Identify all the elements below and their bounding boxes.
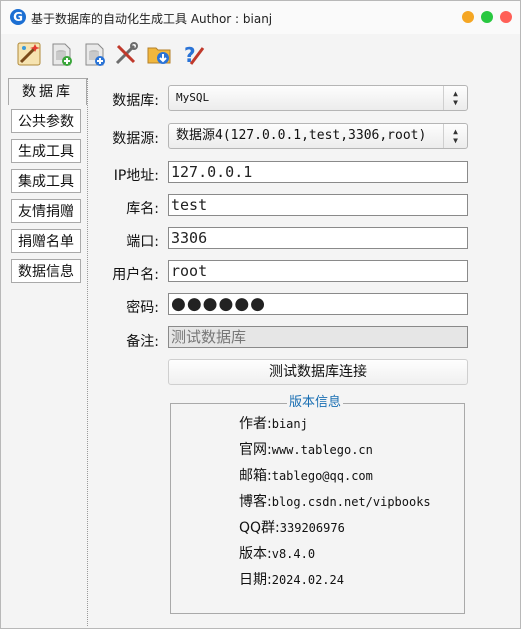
db-type-label: 数据库: xyxy=(112,93,159,109)
username-label: 用户名: xyxy=(112,267,159,283)
title-bar[interactable]: G 基于数据库的自动化生成工具 Author : bianj xyxy=(1,1,520,34)
sidebar-item-common-params[interactable]: 公共参数 xyxy=(11,109,81,133)
test-connection-button[interactable]: 测试数据库连接 xyxy=(168,359,468,385)
db-type-value: MySQL xyxy=(176,91,210,104)
tools-icon[interactable] xyxy=(112,40,140,68)
ip-label: IP地址: xyxy=(113,168,159,184)
app-logo-icon: G xyxy=(10,9,26,25)
version-info-title: 版本信息 xyxy=(287,395,344,411)
datasource-select[interactable]: 数据源4(127.0.0.1,test,3306,root) ▲ ▼ xyxy=(168,123,468,149)
sidebar-item-database[interactable]: 数据库 xyxy=(8,78,87,105)
sidebar-item-integration-tool[interactable]: 集成工具 xyxy=(11,169,81,193)
info-row-blog: 博客:blog.csdn.net/vipbooks xyxy=(239,494,431,510)
sidebar-item-donor-list[interactable]: 捐赠名单 xyxy=(11,229,81,253)
folder-download-icon[interactable] xyxy=(145,40,173,68)
port-input[interactable]: 3306 xyxy=(168,227,468,249)
toolbar: ? xyxy=(1,34,520,74)
password-input[interactable]: ●●●●●● xyxy=(168,293,468,315)
info-row-author: 作者:bianj xyxy=(239,416,308,432)
version-info-group: 版本信息 作者:bianj 官网:www.tablego.cn 邮箱:table… xyxy=(170,395,465,614)
db-type-select[interactable]: MySQL ▲ ▼ xyxy=(168,85,468,111)
window-title: 基于数据库的自动化生成工具 Author : bianj xyxy=(31,12,273,26)
sidebar-nav: 数据库 公共参数 生成工具 集成工具 友情捐赠 捐赠名单 数据信息 xyxy=(7,78,88,626)
username-input[interactable]: root xyxy=(168,260,468,282)
wizard-icon[interactable] xyxy=(15,40,43,68)
remark-input[interactable]: 测试数据库 xyxy=(168,326,468,348)
datasource-value: 数据源4(127.0.0.1,test,3306,root) xyxy=(176,128,427,143)
sidebar-item-donate[interactable]: 友情捐赠 xyxy=(11,199,81,223)
remark-label: 备注: xyxy=(126,334,159,350)
select-arrows-icon: ▲ ▼ xyxy=(443,86,467,110)
dbname-input[interactable]: test xyxy=(168,194,468,216)
svg-text:?: ? xyxy=(184,43,196,67)
close-button[interactable] xyxy=(500,11,512,23)
minimize-button[interactable] xyxy=(462,11,474,23)
add-database-icon[interactable] xyxy=(47,40,75,68)
password-label: 密码: xyxy=(126,300,159,316)
sidebar-item-generate-tool[interactable]: 生成工具 xyxy=(11,139,81,163)
select-arrows-icon: ▲ ▼ xyxy=(443,124,467,148)
dbname-label: 库名: xyxy=(126,201,159,217)
datasource-label: 数据源: xyxy=(112,131,159,147)
port-label: 端口: xyxy=(126,234,159,250)
info-row-date: 日期:2024.02.24 xyxy=(239,572,344,588)
app-window: G 基于数据库的自动化生成工具 Author : bianj ? 数据库 公共参… xyxy=(0,0,521,629)
ip-input[interactable]: 127.0.0.1 xyxy=(168,161,468,183)
new-database-icon[interactable] xyxy=(80,40,108,68)
sidebar-item-data-info[interactable]: 数据信息 xyxy=(11,259,81,283)
info-row-qq-group: QQ群:339206976 xyxy=(239,520,345,536)
info-row-website: 官网:www.tablego.cn xyxy=(239,442,373,458)
maximize-button[interactable] xyxy=(481,11,493,23)
info-row-email: 邮箱:tablego@qq.com xyxy=(239,468,373,484)
info-row-version: 版本:v8.4.0 xyxy=(239,546,316,562)
help-icon[interactable]: ? xyxy=(179,40,207,68)
